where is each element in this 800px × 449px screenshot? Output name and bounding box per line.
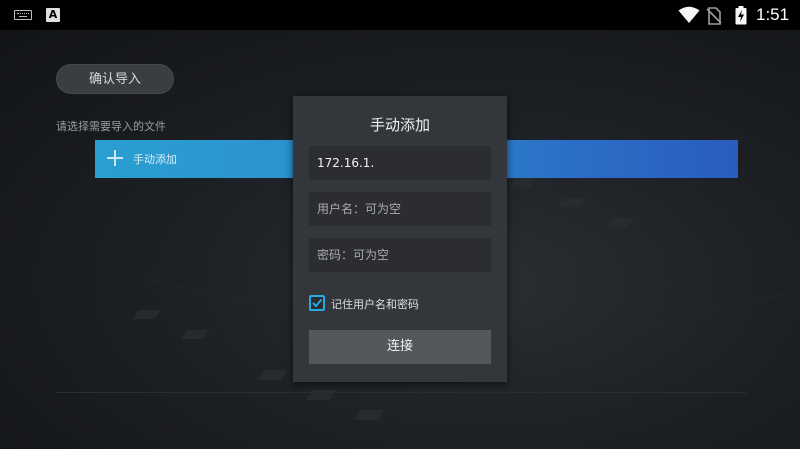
- username-field[interactable]: 用户名：可为空: [309, 192, 491, 226]
- checkbox-checked-icon[interactable]: [309, 295, 325, 311]
- manual-add-dialog: 手动添加 172.16.1. 用户名：可为空 密码：可为空 记住用户名和密码 连…: [293, 96, 507, 382]
- ip-address-field[interactable]: 172.16.1.: [309, 146, 491, 180]
- a-icon: A: [46, 8, 60, 22]
- password-field[interactable]: 密码：可为空: [309, 238, 491, 272]
- remember-label: 记住用户名和密码: [331, 298, 419, 311]
- manual-add-label: 手动添加: [133, 153, 177, 166]
- no-sim-icon: [706, 7, 722, 25]
- keyboard-icon: [14, 10, 32, 20]
- clock: 1:51: [756, 5, 790, 24]
- choose-file-label: 请选择需要导入的文件: [56, 120, 166, 133]
- plus-icon: [107, 150, 123, 166]
- confirm-import-button[interactable]: 确认导入: [56, 64, 174, 94]
- connect-button[interactable]: 连接: [309, 330, 491, 364]
- divider: [56, 392, 746, 393]
- status-bar: A 1:51: [0, 0, 800, 30]
- battery-charging-icon: [735, 6, 747, 25]
- dialog-title: 手动添加: [369, 116, 430, 134]
- wifi-icon: [678, 6, 700, 23]
